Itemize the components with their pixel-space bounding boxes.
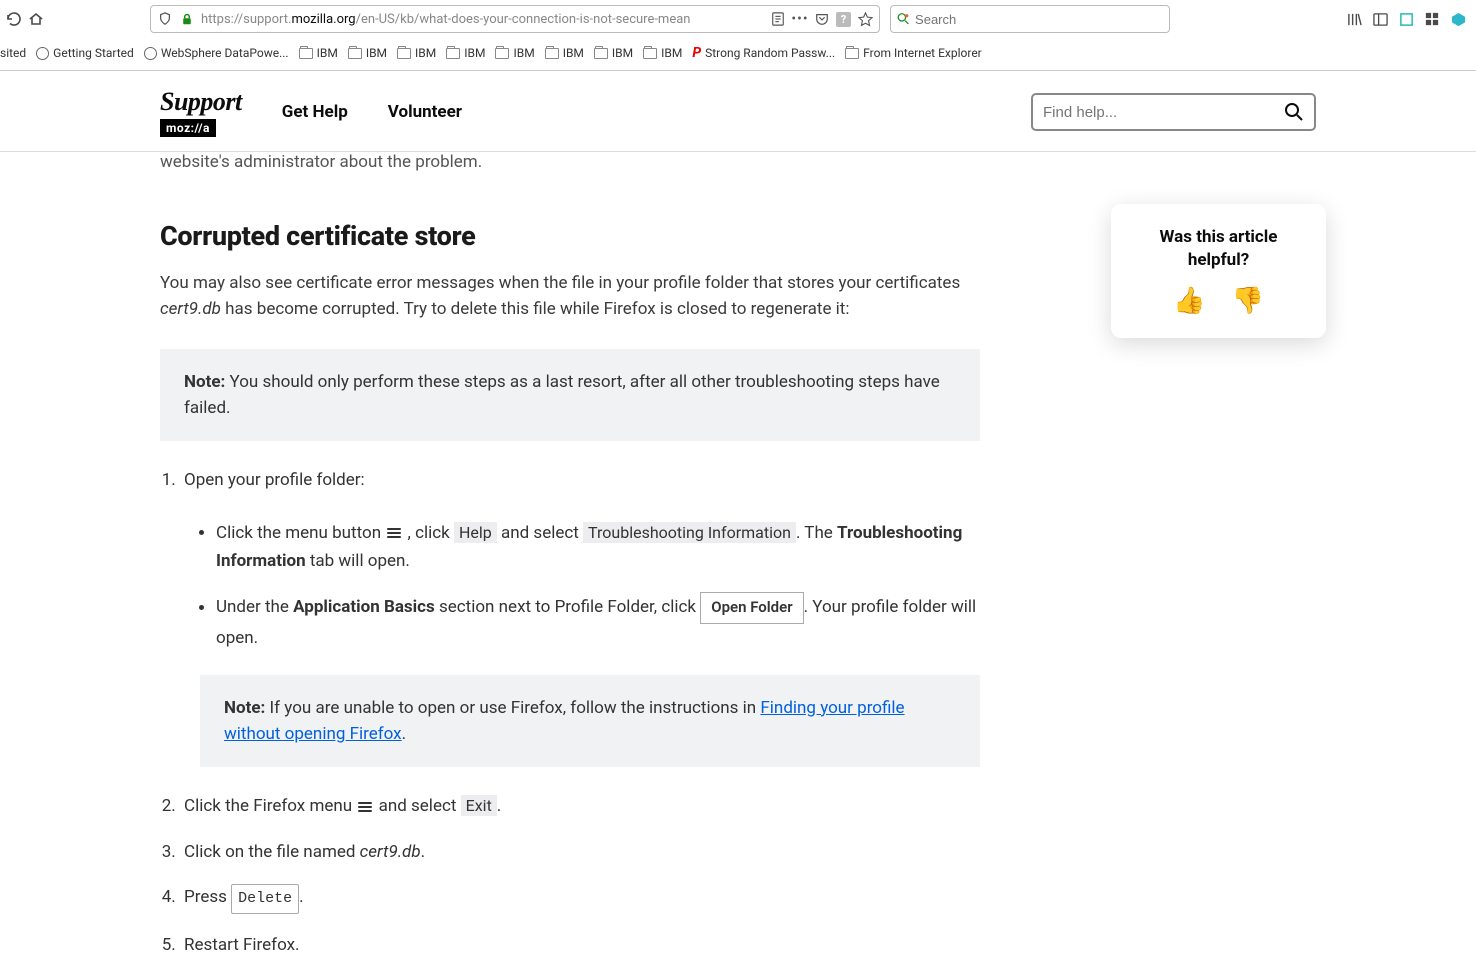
step-item: Restart Firefox. bbox=[180, 932, 980, 959]
nav-toolbar: https://support.mozilla.org/en-US/kb/wha… bbox=[0, 0, 1476, 38]
folder-icon bbox=[446, 48, 460, 59]
bookmark-item[interactable]: IBM bbox=[397, 46, 436, 60]
folder-icon bbox=[594, 48, 608, 59]
logo-text-bottom: moz://a bbox=[160, 119, 216, 137]
globe-icon bbox=[36, 47, 49, 60]
screenshot-icon[interactable] bbox=[1398, 11, 1414, 27]
note-box: Note: You should only perform these step… bbox=[160, 349, 980, 442]
site-search-input[interactable] bbox=[1043, 104, 1284, 121]
library-icon[interactable] bbox=[1346, 11, 1362, 27]
site-header: Support moz://a Get Help Volunteer bbox=[0, 71, 1476, 152]
browser-search-input[interactable] bbox=[915, 12, 1163, 27]
bookmark-item[interactable]: IBM bbox=[545, 46, 584, 60]
step-item: Click the Firefox menu and select Exit. bbox=[180, 793, 980, 820]
toolbar-right bbox=[1346, 11, 1466, 27]
reader-icon[interactable] bbox=[770, 11, 786, 27]
nav-volunteer[interactable]: Volunteer bbox=[388, 102, 462, 122]
substep-item: Click the menu button , click Help and s… bbox=[216, 519, 980, 577]
folder-icon bbox=[845, 48, 859, 59]
feedback-card: Was this article helpful? 👍 👎 bbox=[1111, 204, 1326, 338]
menu-label-exit: Exit bbox=[461, 795, 497, 816]
intro-paragraph: You may also see certificate error messa… bbox=[160, 270, 980, 323]
filename: cert9.db bbox=[160, 299, 221, 319]
folder-icon bbox=[643, 48, 657, 59]
logo-text-top: Support bbox=[160, 87, 242, 117]
hamburger-icon bbox=[387, 526, 401, 540]
folder-icon bbox=[299, 48, 313, 59]
addon-icon[interactable] bbox=[1424, 11, 1440, 27]
bookmark-item[interactable]: PStrong Random Passw... bbox=[692, 45, 835, 61]
open-folder-button-label: Open Folder bbox=[700, 592, 803, 624]
bold-text: Application Basics bbox=[293, 598, 435, 618]
reload-icon[interactable] bbox=[6, 11, 22, 27]
note-label: Note: bbox=[184, 372, 225, 392]
bookmark-item[interactable]: IBM bbox=[446, 46, 485, 60]
folder-icon bbox=[397, 48, 411, 59]
key-delete: Delete bbox=[231, 884, 299, 914]
search-engine-icon bbox=[897, 12, 910, 26]
bookmark-item[interactable]: WebSphere DataPowe... bbox=[144, 46, 289, 60]
meatball-icon[interactable]: ••• bbox=[792, 11, 808, 27]
bookmark-item[interactable]: Getting Started bbox=[36, 46, 134, 60]
menu-label-help: Help bbox=[454, 522, 497, 543]
filename: cert9.db bbox=[360, 842, 421, 862]
mozilla-support-logo[interactable]: Support moz://a bbox=[160, 87, 242, 137]
browser-search-bar[interactable] bbox=[890, 5, 1170, 33]
thumbs-down-icon[interactable]: 👎 bbox=[1232, 286, 1264, 316]
folder-icon bbox=[348, 48, 362, 59]
site-search[interactable] bbox=[1031, 93, 1316, 131]
feedback-title: Was this article helpful? bbox=[1129, 226, 1308, 272]
section-heading: Corrupted certificate store bbox=[160, 220, 980, 252]
steps-list: Open your profile folder: Click the menu… bbox=[160, 467, 980, 959]
help-icon[interactable]: ? bbox=[836, 12, 851, 27]
lock-icon[interactable] bbox=[179, 11, 195, 27]
bookmark-item[interactable]: IBM bbox=[643, 46, 682, 60]
step-item: Press Delete. bbox=[180, 884, 980, 914]
note-label: Note: bbox=[224, 698, 265, 718]
substeps-list: Click the menu button , click Help and s… bbox=[184, 519, 980, 768]
url-text: https://support.mozilla.org/en-US/kb/wha… bbox=[201, 12, 764, 27]
menu-label-troubleshooting: Troubleshooting Information bbox=[583, 522, 796, 543]
star-icon[interactable] bbox=[857, 11, 873, 27]
substep-item: Under the Application Basics section nex… bbox=[216, 592, 980, 767]
extension-icon[interactable] bbox=[1450, 11, 1466, 27]
step-item: Open your profile folder: Click the menu… bbox=[180, 467, 980, 767]
bookmark-item[interactable]: From Internet Explorer bbox=[845, 46, 982, 60]
pocket-icon[interactable] bbox=[814, 11, 830, 27]
article-body: website's administrator about the proble… bbox=[160, 152, 980, 977]
folder-icon bbox=[495, 48, 509, 59]
home-icon[interactable] bbox=[28, 11, 44, 27]
note-box: Note: If you are unable to open or use F… bbox=[200, 675, 980, 768]
sidebar-icon[interactable] bbox=[1372, 11, 1388, 27]
globe-icon bbox=[144, 47, 157, 60]
bookmark-item[interactable]: sited bbox=[0, 46, 26, 60]
thumbs-up-icon[interactable]: 👍 bbox=[1173, 286, 1205, 316]
bookmarks-bar: sited Getting Started WebSphere DataPowe… bbox=[0, 38, 1476, 70]
nav-get-help[interactable]: Get Help bbox=[282, 102, 348, 122]
bookmark-item[interactable]: IBM bbox=[495, 46, 534, 60]
folder-icon bbox=[545, 48, 559, 59]
prev-paragraph-cutoff: website's administrator about the proble… bbox=[160, 152, 980, 172]
browser-chrome: https://support.mozilla.org/en-US/kb/wha… bbox=[0, 0, 1476, 71]
search-icon[interactable] bbox=[1284, 102, 1304, 122]
bookmark-item[interactable]: IBM bbox=[348, 46, 387, 60]
p-icon: P bbox=[692, 45, 701, 61]
url-bar[interactable]: https://support.mozilla.org/en-US/kb/wha… bbox=[150, 5, 880, 33]
bookmark-item[interactable]: IBM bbox=[594, 46, 633, 60]
bookmark-item[interactable]: IBM bbox=[299, 46, 338, 60]
shield-icon[interactable] bbox=[157, 11, 173, 27]
hamburger-icon bbox=[358, 800, 372, 814]
step-item: Click on the file named cert9.db. bbox=[180, 839, 980, 866]
